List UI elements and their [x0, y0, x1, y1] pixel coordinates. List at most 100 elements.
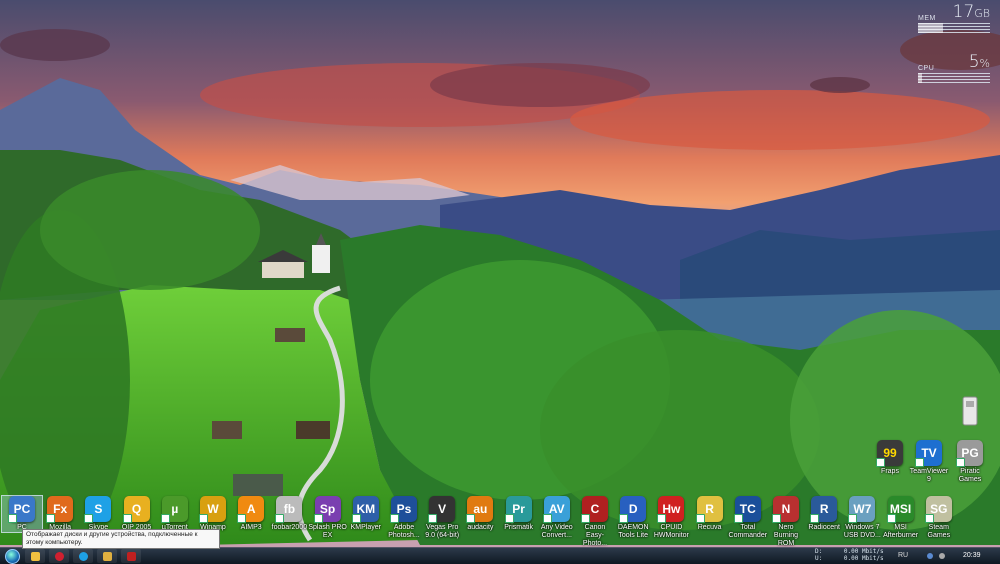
fraps-icon: 99	[876, 440, 903, 467]
desktop-icon-audacity[interactable]: au audacity	[460, 496, 500, 532]
desktop-icon-label: TeamViewer 9	[909, 468, 949, 483]
app-icon	[126, 551, 136, 561]
cpu-meter: CPU 5%	[918, 52, 990, 83]
skype-icon	[78, 551, 88, 561]
start-button[interactable]	[3, 548, 21, 564]
desktop-icon-radiocent[interactable]: R Radiocent	[804, 496, 844, 532]
desktop-icon-label: Windows 7 USB DVD...	[843, 524, 881, 539]
taskbar-button-folder[interactable]	[97, 549, 117, 563]
kmplayer-icon: KM	[351, 496, 379, 523]
cpuid-hwmonitor-icon: Hw	[657, 496, 685, 523]
teamviewer-icon: TV	[915, 440, 942, 467]
desktop-icon-label: Prismatik	[504, 524, 533, 531]
desktop-icon-mozilla[interactable]: Fx Mozilla	[40, 496, 80, 532]
desktop-icon-splash-pro-ex[interactable]: Sp Splash PRO EX	[308, 496, 348, 540]
desktop-icon-foobar2000[interactable]: fb foobar2000	[269, 496, 309, 532]
desktop-icon-daemon-tools-lite[interactable]: D DAEMON Tools Lite	[613, 496, 653, 540]
adobe-photosh-icon: Ps	[390, 496, 417, 523]
memory-meter-value: 17GB	[952, 2, 990, 22]
desktop-icon-label: Splash PRO EX	[308, 524, 347, 539]
desktop-icon-skype[interactable]: S Skype	[78, 496, 118, 532]
prismatik-icon: Pr	[504, 496, 532, 523]
audacity-icon: au	[466, 496, 494, 523]
taskbar-button-opera[interactable]	[49, 549, 69, 563]
desktop-icon-steam-games[interactable]: SG Steam Games	[919, 496, 959, 540]
cpu-meter-value: 5%	[968, 52, 990, 72]
total-commander-icon: TC	[733, 496, 761, 523]
desktop-icon-qip-2005[interactable]: Q QIP 2005	[117, 496, 157, 532]
taskbar-button-app[interactable]	[121, 549, 141, 563]
desktop-icon-label: Radiocent	[808, 524, 840, 531]
splash-pro-ex-icon: Sp	[313, 496, 341, 523]
taskbar: D: 0.00 Mbit/s U: 0.00 Mbit/s RU 20:39	[0, 547, 1000, 564]
vegas-pro-9-0-64-bit-icon: V	[428, 496, 456, 523]
desktop-icon-label: Piratic Games	[958, 468, 982, 483]
desktop-wallpaper	[0, 0, 1000, 563]
any-video-convert-icon: AV	[542, 496, 570, 523]
desktop-icon-canon-easy-photo[interactable]: C Canon Easy-Photo...	[575, 496, 615, 548]
language-indicator[interactable]: RU	[898, 552, 908, 559]
desktop-icon-kmplayer[interactable]: KM KMPlayer	[346, 496, 386, 532]
folder-icon	[102, 551, 112, 561]
nero-burning-rom-icon: N	[772, 496, 799, 523]
piratic-games-icon: PG	[956, 440, 983, 467]
desktop-icon--torrent[interactable]: µ µTorrent	[155, 496, 195, 532]
desktop-icon-label: Adobe Photosh...	[388, 524, 420, 539]
desktop-icon-windows-7-usb-dvd[interactable]: W7 Windows 7 USB DVD...	[842, 496, 882, 540]
network-speed: D: 0.00 Mbit/s U: 0.00 Mbit/s	[815, 548, 884, 562]
radiocent-icon: R	[810, 496, 838, 523]
mozilla-icon: Fx	[46, 496, 74, 523]
desktop-icon-label: audacity	[467, 524, 494, 531]
winamp-icon: W	[199, 496, 226, 523]
desktop-icon-teamviewer[interactable]: TV TeamViewer 9	[909, 440, 949, 484]
windows-7-usb-dvd-icon: W7	[848, 496, 876, 523]
explorer-icon	[30, 551, 40, 561]
desktop-icon-label: DAEMON Tools Lite	[617, 524, 649, 539]
desktop-icon-nero-burning-rom[interactable]: N Nero Burning ROM	[766, 496, 806, 548]
memory-meter-label: MEM	[918, 15, 936, 22]
daemon-tools-lite-icon: D	[619, 496, 647, 523]
system-tray: D: 0.00 Mbit/s U: 0.00 Mbit/s RU 20:39	[815, 548, 1000, 564]
qip-2005-icon: Q	[122, 496, 150, 523]
desktop-icon-label: Fraps	[881, 468, 899, 475]
desktop-icon-label: CPUID HWMonitor	[653, 524, 689, 539]
recycle-bin-icon[interactable]	[950, 393, 990, 432]
tooltip: Отображает диски и другие устройства, по…	[22, 529, 220, 549]
desktop-icon-any-video-convert[interactable]: AV Any Video Convert...	[537, 496, 577, 540]
memory-meter-bars	[918, 23, 990, 33]
pc-icon: PC	[8, 496, 35, 523]
desktop-icon-label: AIMP3	[240, 524, 262, 531]
steam-games-icon: SG	[924, 496, 952, 523]
cpu-meter-bars	[918, 73, 990, 83]
desktop-icon-vegas-pro-9-0-64-bit[interactable]: V Vegas Pro 9.0 (64-bit)	[422, 496, 462, 540]
opera-icon	[54, 551, 64, 561]
taskbar-button-skype[interactable]	[73, 549, 93, 563]
desktop-icon-total-commander[interactable]: TC Total Commander	[728, 496, 768, 540]
skype-icon: S	[84, 496, 112, 523]
desktop-icon-msi-afterburner[interactable]: MSI MSI Afterburner	[881, 496, 921, 540]
desktop-icon-label: MSI Afterburner	[883, 524, 919, 539]
tray-icon[interactable]	[939, 553, 945, 559]
desktop-icon-piratic-games[interactable]: PG Piratic Games	[950, 440, 990, 484]
aimp3-icon: A	[237, 496, 265, 523]
foobar2000-icon: fb	[275, 496, 303, 523]
desktop-icon-fraps[interactable]: 99 Fraps	[870, 440, 910, 476]
desktop-icon-label: Recuva	[697, 524, 722, 531]
desktop-icon-aimp3[interactable]: A AIMP3	[231, 496, 271, 532]
clock[interactable]: 20:39	[963, 552, 981, 559]
desktop-icon-winamp[interactable]: W Winamp	[193, 496, 233, 532]
taskbar-button-explorer[interactable]	[25, 549, 45, 563]
desktop-icon-adobe-photosh[interactable]: Ps Adobe Photosh...	[384, 496, 424, 540]
desktop-icon-pc[interactable]: PC PC	[1, 495, 43, 533]
desktop-icon-label: KMPlayer	[350, 524, 381, 531]
desktop-icon-label: Vegas Pro 9.0 (64-bit)	[425, 524, 460, 539]
desktop-icon-label: Total Commander	[728, 524, 768, 539]
desktop-icon-recuva[interactable]: R Recuva	[690, 496, 730, 532]
desktop-icon-label: Nero Burning ROM	[773, 524, 799, 547]
tray-icon[interactable]	[927, 553, 933, 559]
desktop-icon-label: Canon Easy-Photo...	[582, 524, 608, 547]
canon-easy-photo-icon: C	[581, 496, 608, 523]
desktop-icon-cpuid-hwmonitor[interactable]: Hw CPUID HWMonitor	[651, 496, 691, 540]
bin-icon	[962, 396, 978, 426]
desktop-icon-prismatik[interactable]: Pr Prismatik	[499, 496, 539, 532]
